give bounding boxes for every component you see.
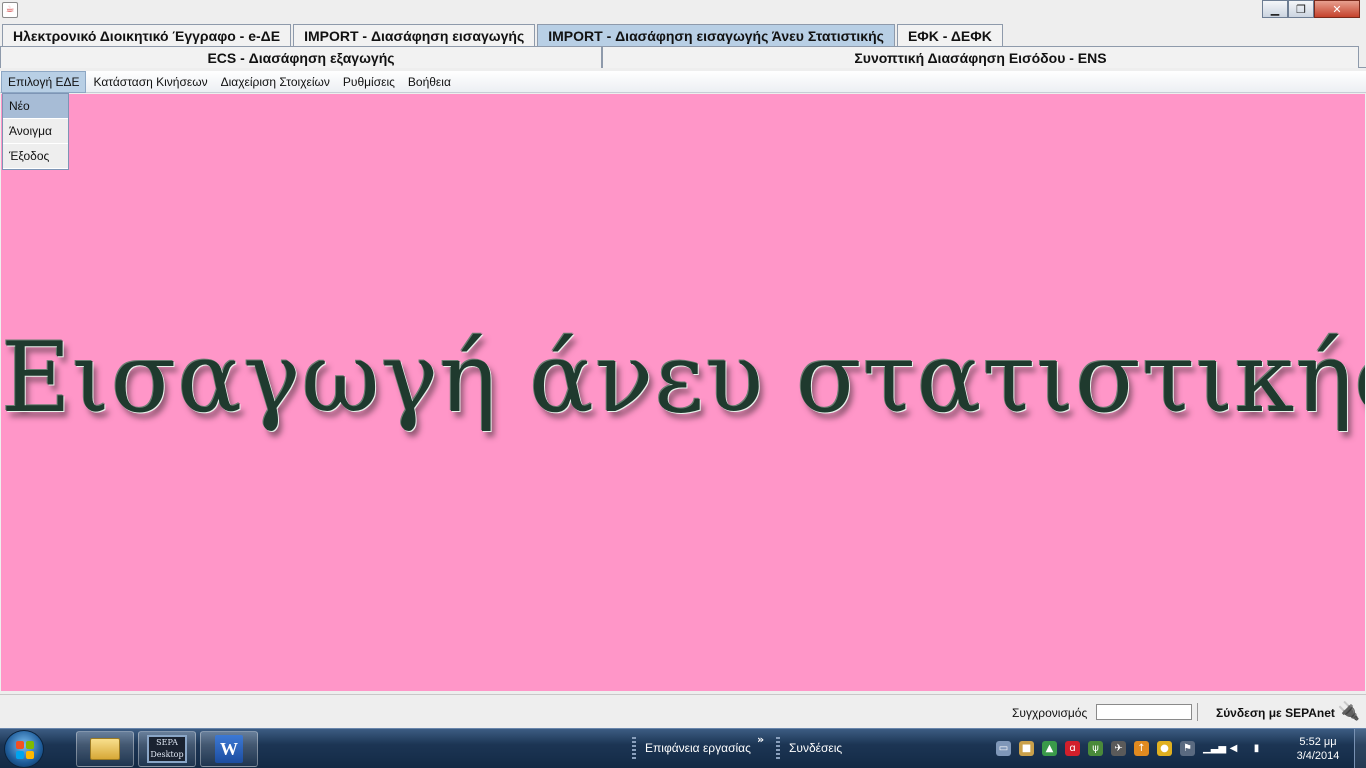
sync-label: Συγχρονισμός: [1012, 706, 1088, 720]
google-drive-icon[interactable]: ▲: [1042, 741, 1057, 756]
menu-item-new[interactable]: Νέο: [3, 94, 68, 119]
dropdown-menu-select-ede: Νέο Άνοιγμα Έξοδος: [2, 93, 69, 170]
windows-logo-icon: [16, 741, 34, 759]
toolbar-chevron-icon[interactable]: »: [757, 733, 764, 746]
sync-progress-bar: [1096, 704, 1192, 720]
menu-movement-status[interactable]: Κατάσταση Κινήσεων: [87, 71, 213, 93]
power-icon[interactable]: ▮: [1249, 741, 1264, 756]
status-separator: [1197, 703, 1198, 721]
show-desktop-button[interactable]: [1354, 729, 1366, 768]
minimize-button[interactable]: ▁: [1262, 0, 1288, 18]
toolbar-desktop[interactable]: Επιφάνεια εργασίας: [645, 741, 751, 755]
volume-icon[interactable]: ◀: [1226, 741, 1241, 756]
tab-row-secondary: ECS - Διασάφηση εξαγωγής Συνοπτική Διασά…: [0, 46, 1366, 68]
menu-select-ede[interactable]: Επιλογή ΕΔΕ: [1, 70, 87, 93]
menu-item-open[interactable]: Άνοιγμα: [3, 119, 68, 144]
menu-settings[interactable]: Ρυθμίσεις: [337, 71, 401, 93]
clock-date: 3/4/2014: [1296, 750, 1340, 762]
window-controls: ▁ ❐ ✕: [1262, 0, 1360, 18]
windows-taskbar: SEPA Desktop W Επιφάνεια εργασίας » Συνδ…: [0, 728, 1366, 768]
toolbar-grip[interactable]: [776, 737, 780, 761]
antivirus-icon[interactable]: ●: [1157, 741, 1172, 756]
update-icon[interactable]: ↑: [1134, 741, 1149, 756]
folder-icon: [90, 738, 120, 760]
start-button[interactable]: [4, 730, 44, 768]
tab-import[interactable]: IMPORT - Διασάφηση εισαγωγής: [293, 24, 536, 46]
system-tray: ▭ ■ ▲ ɑ ψ ✈ ↑ ● ⚑ ▁▃▅ ◀ ▮: [996, 741, 1264, 756]
main-content-area: Εισαγωγή άνευ στατιστικής: [1, 94, 1365, 691]
tab-import-no-statistics[interactable]: IMPORT - Διασάφηση εισαγωγής Άνευ Στατισ…: [537, 24, 895, 46]
tab-e-de[interactable]: Ηλεκτρονικό Διοικητικό Έγγραφο - e-ΔΕ: [2, 24, 292, 46]
sepanet-connection-label: Σύνδεση με SEPAnet: [1216, 706, 1335, 720]
close-button[interactable]: ✕: [1314, 0, 1360, 18]
tab-efk-defk[interactable]: ΕΦΚ - ΔΕΦΚ: [896, 24, 1003, 46]
menu-data-management[interactable]: Διαχείριση Στοιχείων: [215, 71, 336, 93]
network-drive-icon[interactable]: ▭: [996, 741, 1011, 756]
word-logo: W: [215, 735, 243, 763]
signal-strength-icon[interactable]: ▁▃▅: [1203, 741, 1226, 756]
taskbar-clock[interactable]: 5:52 μμ 3/4/2014: [1290, 735, 1346, 763]
action-center-icon[interactable]: ⚑: [1180, 741, 1195, 756]
disconnected-plug-icon[interactable]: 🔌: [1337, 699, 1361, 723]
wireless-signal-icon[interactable]: ψ: [1088, 741, 1103, 756]
tab-row-primary: Ηλεκτρονικό Διοικητικό Έγγραφο - e-ΔΕ IM…: [0, 24, 1003, 46]
microsoft-word-icon[interactable]: W: [200, 731, 258, 767]
windows-explorer-icon[interactable]: [76, 731, 134, 767]
adobe-icon[interactable]: ɑ: [1065, 741, 1080, 756]
menu-item-exit[interactable]: Έξοδος: [3, 144, 68, 169]
toolbar-connections[interactable]: Συνδέσεις: [789, 741, 842, 755]
sepa-desktop-icon[interactable]: SEPA Desktop: [138, 731, 196, 767]
java-icon[interactable]: ☕: [2, 2, 18, 18]
menu-help[interactable]: Βοήθεια: [402, 71, 457, 93]
menu-bar: Επιλογή ΕΔΕ Κατάσταση Κινήσεων Διαχείρισ…: [0, 70, 1366, 93]
tab-ecs-export[interactable]: ECS - Διασάφηση εξαγωγής: [0, 46, 602, 68]
sepa-desktop-logo: SEPA Desktop: [147, 735, 187, 763]
toolbar-grip[interactable]: [632, 737, 636, 761]
satellite-icon[interactable]: ✈: [1111, 741, 1126, 756]
page-banner-title: Εισαγωγή άνευ στατιστικής: [1, 322, 1365, 434]
package-icon[interactable]: ■: [1019, 741, 1034, 756]
maximize-button[interactable]: ❐: [1288, 0, 1314, 18]
title-bar: ☕ ▁ ❐ ✕: [0, 0, 1366, 22]
clock-time: 5:52 μμ: [1299, 736, 1337, 748]
status-bar: Συγχρονισμός Σύνδεση με SEPAnet 🔌: [0, 694, 1366, 728]
tab-ens-summary[interactable]: Συνοπτική Διασάφηση Εισόδου - ENS: [602, 46, 1359, 68]
